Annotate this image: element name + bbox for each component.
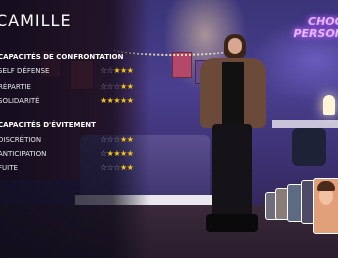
star-filled-icon: ★ [126,66,134,75]
star-rating: ☆☆☆★★ [100,163,134,172]
stat-row-discretion: DISCRÉTION ☆☆☆★★ [0,135,142,146]
stat-label: FUITE [0,164,18,172]
neon-sign-line2: PERSON [293,27,338,40]
star-rating: ☆☆★★★ [100,66,134,75]
star-rating: ★★★★★ [100,96,134,105]
character-face [228,38,242,54]
game-screen: CHOO PERSON CAMILLE CAPACITÉS DE CONFRON… [0,0,338,258]
star-empty-icon: ☆ [100,66,107,75]
star-filled-icon: ★ [120,149,127,158]
star-filled-icon: ★ [120,163,127,172]
character-top [222,62,244,128]
stat-label: SOLIDARITÉ [0,97,40,105]
star-empty-icon: ☆ [113,163,121,172]
star-filled-icon: ★ [120,66,127,75]
stat-row-solidarite: SOLIDARITÉ ★★★★★ [0,96,142,107]
star-empty-icon: ☆ [113,135,121,144]
character-portrait-selector [265,178,338,238]
neon-sign: CHOO PERSON [293,16,338,40]
star-filled-icon: ★ [120,82,127,91]
desk [272,120,338,128]
star-filled-icon: ★ [120,135,127,144]
character-boots [206,214,258,232]
stat-row-fuite: FUITE ☆☆☆★★ [0,163,142,174]
stat-label: RÉPARTIE [0,83,31,91]
star-filled-icon: ★ [100,96,107,105]
star-rating: ☆☆☆★★ [100,135,134,144]
star-filled-icon: ★ [113,149,121,158]
star-empty-icon: ☆ [100,149,107,158]
star-rating: ☆★★★★ [100,149,134,158]
stat-label: SELF DÉFENSE [0,67,50,75]
character-portrait-5-selected[interactable] [313,178,338,234]
evitement-section-title: CAPACITÉS D'ÉVITEMENT [0,121,96,129]
star-rating: ☆☆☆★★ [100,82,134,91]
desk-chair [292,128,326,166]
star-empty-icon: ☆ [100,82,107,91]
character-name: CAMILLE [0,11,72,30]
stat-row-repartie: RÉPARTIE ☆☆☆★★ [0,82,142,93]
stat-row-anticipation: ANTICIPATION ☆★★★★ [0,149,142,160]
star-filled-icon: ★ [113,96,121,105]
confrontation-section-title: CAPACITÉS DE CONFRONTATION [0,53,124,61]
star-empty-icon: ☆ [100,135,107,144]
stat-label: ANTICIPATION [0,150,47,158]
star-filled-icon: ★ [126,149,134,158]
star-filled-icon: ★ [126,135,134,144]
stat-row-self-defense: SELF DÉFENSE ☆☆★★★ [0,66,142,77]
star-filled-icon: ★ [126,82,134,91]
star-filled-icon: ★ [113,66,121,75]
stat-label: DISCRÉTION [0,136,42,144]
portrait-hair [317,181,335,191]
star-filled-icon: ★ [120,96,127,105]
star-filled-icon: ★ [126,163,134,172]
star-filled-icon: ★ [126,96,134,105]
character-stats-panel: CAMILLE CAPACITÉS DE CONFRONTATION SELF … [0,0,150,258]
character-legs [212,124,252,224]
desk-lamp [323,95,335,115]
star-empty-icon: ☆ [113,82,121,91]
star-empty-icon: ☆ [100,163,107,172]
